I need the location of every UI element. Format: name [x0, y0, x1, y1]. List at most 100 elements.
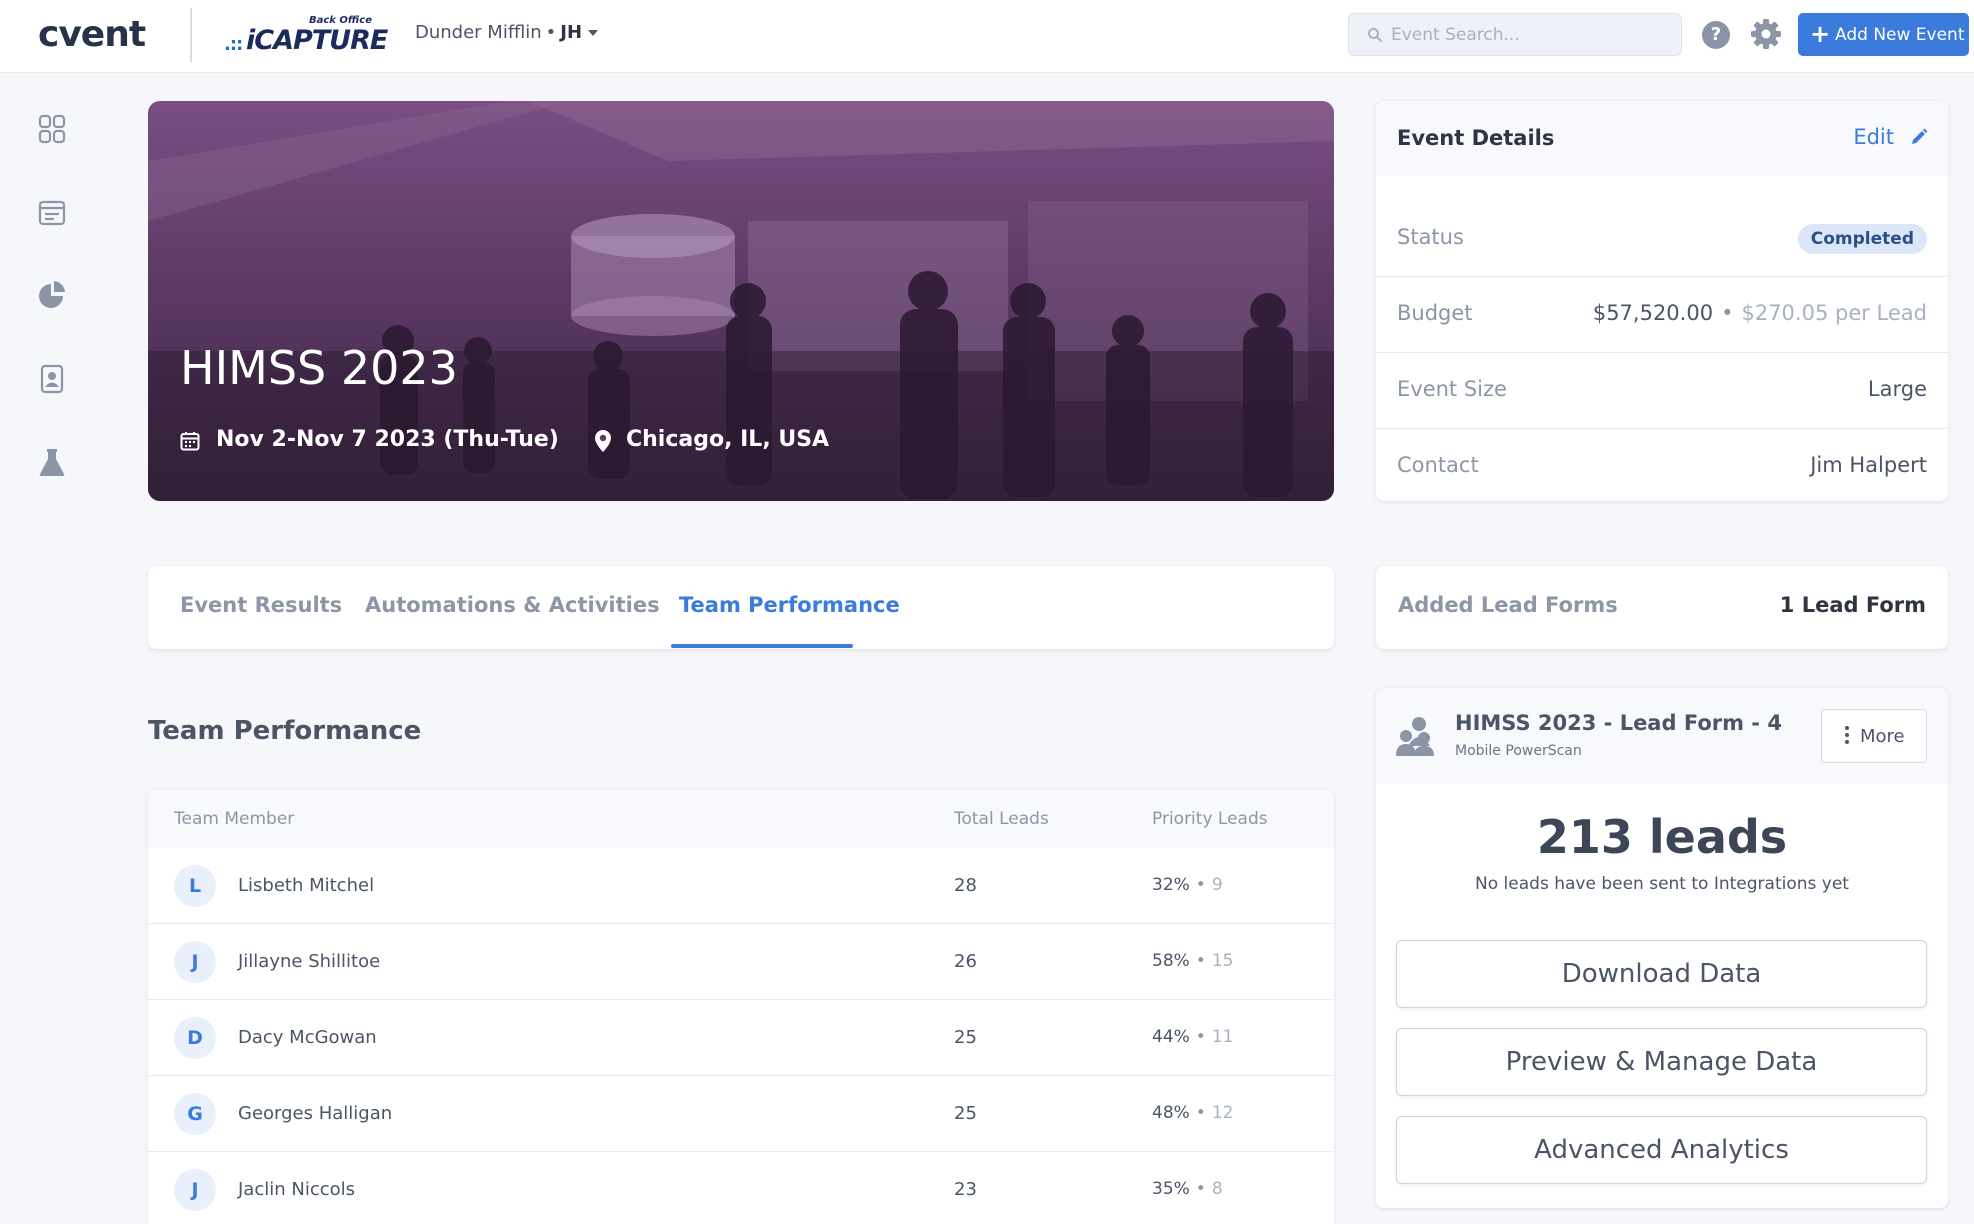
- total-leads: 25: [954, 1103, 977, 1124]
- member-name: Dacy McGowan: [238, 1027, 377, 1048]
- more-label: More: [1860, 726, 1905, 747]
- lead-form-subtitle: Mobile PowerScan: [1455, 743, 1582, 759]
- add-new-event-button[interactable]: + Add New Event: [1798, 13, 1969, 56]
- avatar: G: [174, 1093, 216, 1135]
- event-details-card: Event Details Edit Status Completed Budg…: [1376, 101, 1948, 501]
- org-separator: •: [545, 22, 557, 43]
- logo-wordmark: iCAPTURE: [246, 25, 388, 56]
- priority-leads: 48% • 12: [1152, 1103, 1233, 1123]
- budget-value: $57,520.00: [1592, 301, 1714, 325]
- edit-label: Edit: [1853, 125, 1894, 149]
- top-bar: cvent Back Office .:: iCAPTURE Dunder Mi…: [0, 0, 1974, 73]
- priority-leads: 44% • 11: [1152, 1027, 1233, 1047]
- priority-percent: 35%: [1152, 1179, 1190, 1199]
- priority-count: 12: [1211, 1103, 1234, 1123]
- logo-divider: [190, 8, 192, 62]
- lab-flask-icon[interactable]: [38, 448, 66, 478]
- event-dates: Nov 2-Nov 7 2023 (Thu-Tue): [216, 427, 559, 452]
- member-name: Jillayne Shillitoe: [238, 951, 381, 972]
- team-performance-table: Team Member Total Leads Priority Leads L…: [148, 790, 1334, 1224]
- calendar-icon: [180, 432, 200, 451]
- member-name: Lisbeth Mitchel: [238, 875, 375, 896]
- status-row: Status Completed: [1376, 201, 1948, 277]
- edit-event-button[interactable]: Edit: [1853, 125, 1928, 149]
- event-size-label: Event Size: [1397, 377, 1507, 401]
- event-hero-banner: HIMSS 2023 Nov 2-Nov 7 2023 (Thu-Tue) Ch…: [148, 101, 1334, 501]
- gear-icon[interactable]: [1750, 18, 1782, 50]
- contact-card-icon[interactable]: [38, 364, 66, 394]
- download-data-button[interactable]: Download Data: [1396, 940, 1927, 1008]
- budget-label: Budget: [1397, 301, 1473, 325]
- more-button[interactable]: More: [1821, 709, 1927, 763]
- priority-separator: •: [1195, 1103, 1206, 1123]
- avatar: J: [174, 1169, 216, 1211]
- calendar-list-icon[interactable]: [38, 197, 66, 227]
- priority-percent: 32%: [1152, 875, 1190, 895]
- priority-percent: 44%: [1152, 1027, 1190, 1047]
- lead-form-card: HIMSS 2023 - Lead Form - 4 Mobile PowerS…: [1376, 688, 1948, 1208]
- user-initials: JH: [560, 22, 583, 43]
- tab-automations-activities[interactable]: Automations & Activities: [365, 593, 660, 617]
- event-tabs: Event Results Automations & Activities T…: [148, 566, 1334, 649]
- tab-team-performance[interactable]: Team Performance: [679, 593, 900, 617]
- help-icon[interactable]: ?: [1702, 21, 1730, 49]
- priority-count: 8: [1211, 1179, 1223, 1199]
- added-lead-forms-label: Added Lead Forms: [1398, 593, 1618, 617]
- more-vertical-icon: [1845, 726, 1849, 744]
- lead-form-header: HIMSS 2023 - Lead Form - 4 Mobile PowerS…: [1376, 688, 1948, 784]
- cvent-logo[interactable]: cvent: [38, 14, 146, 55]
- priority-separator: •: [1195, 951, 1206, 971]
- budget-value-group: $57,520.00 • $270.05 per Lead: [1593, 301, 1927, 325]
- search-icon: [1368, 28, 1382, 42]
- table-row[interactable]: L Lisbeth Mitchel 28 32% • 9: [148, 848, 1334, 924]
- dashboard-grid-icon[interactable]: [38, 114, 66, 144]
- event-size-value: Large: [1867, 377, 1927, 401]
- icapture-logo[interactable]: Back Office .:: iCAPTURE: [222, 12, 388, 56]
- event-search[interactable]: [1348, 13, 1682, 56]
- tab-event-results[interactable]: Event Results: [180, 593, 342, 617]
- table-header: Team Member Total Leads Priority Leads: [148, 790, 1334, 848]
- priority-percent: 58%: [1152, 951, 1190, 971]
- team-performance-heading: Team Performance: [148, 716, 422, 746]
- add-new-event-label: Add New Event: [1835, 25, 1965, 45]
- org-name: Dunder Mifflin: [415, 22, 542, 43]
- added-lead-forms-count: 1 Lead Form: [1779, 593, 1926, 617]
- pie-chart-icon[interactable]: [38, 280, 66, 310]
- avatar: J: [174, 941, 216, 983]
- column-total-leads[interactable]: Total Leads: [954, 809, 1049, 829]
- priority-leads: 32% • 9: [1152, 875, 1223, 895]
- priority-count: 15: [1211, 951, 1234, 971]
- table-row[interactable]: J Jillayne Shillitoe 26 58% • 15: [148, 924, 1334, 1000]
- priority-percent: 48%: [1152, 1103, 1190, 1123]
- advanced-analytics-button[interactable]: Advanced Analytics: [1396, 1116, 1927, 1184]
- event-location: Chicago, IL, USA: [626, 427, 830, 452]
- total-leads: 26: [954, 951, 977, 972]
- event-size-row: Event Size Large: [1376, 353, 1948, 429]
- table-row[interactable]: J Jaclin Niccols 23 35% • 8: [148, 1152, 1334, 1224]
- table-row[interactable]: D Dacy McGowan 25 44% • 11: [148, 1000, 1334, 1076]
- priority-count: 9: [1211, 875, 1223, 895]
- contact-label: Contact: [1397, 453, 1479, 477]
- priority-leads: 58% • 15: [1152, 951, 1233, 971]
- priority-separator: •: [1195, 1027, 1206, 1047]
- location-pin-icon: [595, 430, 611, 452]
- budget-row: Budget $57,520.00 • $270.05 per Lead: [1376, 277, 1948, 353]
- budget-per-lead: $270.05 per Lead: [1741, 301, 1927, 325]
- status-badge: Completed: [1797, 224, 1927, 254]
- account-switcher[interactable]: Dunder Mifflin • JH: [415, 22, 599, 43]
- active-tab-indicator: [671, 644, 853, 648]
- search-input[interactable]: [1391, 14, 1671, 55]
- plus-icon: +: [1810, 20, 1831, 48]
- member-name: Georges Halligan: [238, 1103, 393, 1124]
- budget-separator: •: [1721, 301, 1734, 325]
- integrations-note: No leads have been sent to Integrations …: [1475, 874, 1849, 894]
- column-priority-leads[interactable]: Priority Leads: [1152, 809, 1268, 829]
- preview-manage-data-button[interactable]: Preview & Manage Data: [1396, 1028, 1927, 1096]
- priority-count: 11: [1211, 1027, 1234, 1047]
- priority-separator: •: [1195, 875, 1206, 895]
- chevron-down-icon: [588, 30, 599, 36]
- total-leads: 23: [954, 1179, 977, 1200]
- avatar: D: [174, 1017, 216, 1059]
- column-team-member[interactable]: Team Member: [174, 809, 294, 829]
- table-row[interactable]: G Georges Halligan 25 48% • 12: [148, 1076, 1334, 1152]
